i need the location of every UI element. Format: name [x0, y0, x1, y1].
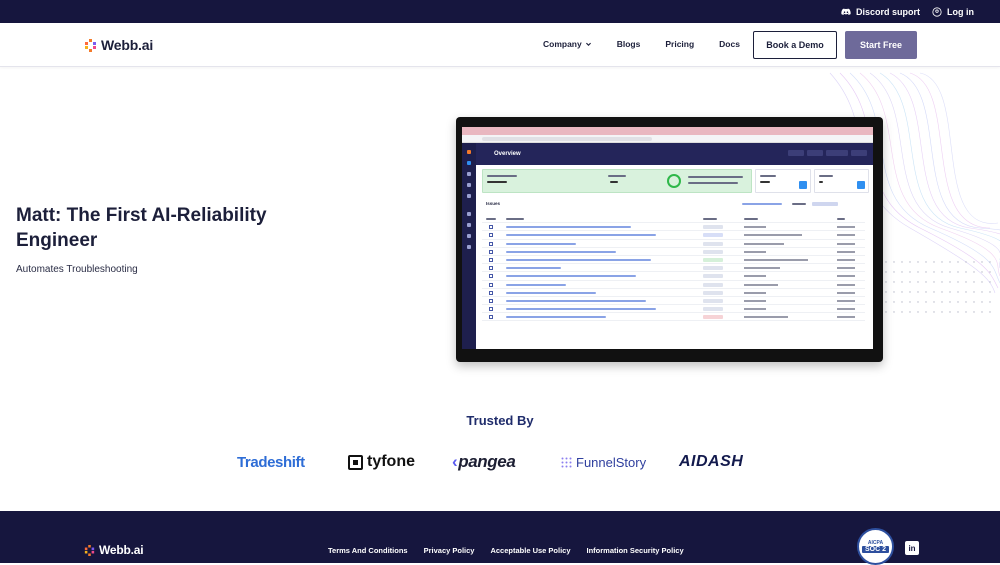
nav-links: Company Blogs Pricing Docs — [543, 39, 740, 49]
tyfone-logo: tyfone — [348, 450, 415, 474]
top-bar: Discord suport Log in — [0, 0, 1000, 23]
issues-label: Issues — [486, 201, 501, 206]
tyfone-logo-text: tyfone — [367, 453, 415, 470]
footer-logo[interactable]: Webb.ai — [84, 543, 144, 557]
user-circle-icon — [932, 6, 942, 17]
funnelstory-logo: FunnelStory — [561, 450, 646, 474]
footer-link-privacy[interactable]: Privacy Policy — [424, 546, 475, 555]
issues-toolbar: Issues — [482, 199, 869, 209]
nav-pricing[interactable]: Pricing — [665, 39, 694, 49]
footer-link-infosec[interactable]: Information Security Policy — [587, 546, 684, 555]
table-row[interactable] — [482, 313, 865, 322]
table-row[interactable] — [482, 289, 865, 297]
soc2-badge-label: SOC 2 — [861, 546, 889, 553]
pangea-logo: ‹ pangea — [452, 450, 516, 474]
app-sidebar — [462, 143, 476, 349]
app-header: Overview — [476, 143, 873, 165]
decorative-dot-grid — [885, 261, 991, 313]
table-header-row — [482, 215, 865, 224]
start-free-button[interactable]: Start Free — [845, 31, 917, 59]
table-row[interactable] — [482, 297, 865, 306]
book-demo-button[interactable]: Book a Demo — [753, 31, 837, 59]
tradeshift-logo: Tradeshift — [237, 453, 305, 471]
browser-address-bar — [462, 135, 873, 143]
stat-clusters — [813, 169, 869, 193]
table-row[interactable] — [482, 223, 865, 232]
hero-title: Matt: The First AI-Reliability Engineer — [16, 205, 267, 251]
app-header-title: Overview — [494, 151, 521, 157]
nav-docs[interactable]: Docs — [719, 39, 740, 49]
nav-company-label: Company — [543, 39, 582, 49]
product-screenshot: Overview Issues — [456, 117, 883, 362]
stat-debug-time — [482, 169, 752, 193]
table-row[interactable] — [482, 264, 865, 273]
login-label: Log in — [947, 6, 974, 17]
soc2-badge: AICPA SOC 2 — [857, 528, 894, 565]
webb-logo-icon — [84, 544, 95, 556]
trusted-by-heading: Trusted By — [466, 413, 534, 428]
login-link[interactable]: Log in — [932, 7, 974, 17]
funnelstory-mark-icon — [561, 457, 572, 467]
aidash-logo: AIDASH — [679, 453, 744, 470]
tyfone-mark-icon — [348, 454, 363, 470]
linkedin-icon[interactable]: in — [905, 541, 919, 555]
chevron-down-icon — [585, 42, 591, 46]
nav-blogs[interactable]: Blogs — [617, 39, 641, 49]
table-row[interactable] — [482, 281, 865, 289]
table-row[interactable] — [482, 305, 865, 314]
discord-support-label: Discord suport — [855, 6, 920, 17]
stats-row — [482, 169, 869, 193]
discord-support-link[interactable]: Discord suport — [841, 7, 920, 17]
footer-links: Terms And Conditions Privacy Policy Acce… — [328, 546, 684, 555]
discord-icon — [841, 8, 851, 15]
table-row[interactable] — [482, 256, 865, 265]
table-row[interactable] — [482, 240, 865, 248]
webb-logo[interactable]: Webb.ai — [84, 37, 153, 53]
nav-company[interactable]: Company — [543, 39, 592, 49]
pangea-logo-text: pangea — [458, 452, 516, 471]
browser-tab-bar — [462, 127, 873, 135]
footer: Webb.ai Terms And Conditions Privacy Pol… — [0, 511, 1000, 563]
funnelstory-logo-text: FunnelStory — [576, 454, 647, 470]
table-row[interactable] — [482, 272, 865, 281]
product-screen: Overview Issues — [462, 127, 873, 349]
hero-subtitle: Automates Troubleshooting — [16, 264, 138, 275]
issues-table — [482, 215, 865, 322]
footer-link-terms[interactable]: Terms And Conditions — [328, 546, 408, 555]
footer-logo-text: Webb.ai — [99, 543, 144, 557]
webb-logo-icon — [85, 38, 96, 52]
stat-services — [755, 169, 811, 193]
table-row[interactable] — [482, 231, 865, 240]
pangea-chevron-icon: ‹ — [452, 452, 458, 471]
logo-text: Webb.ai — [101, 37, 154, 53]
footer-link-acceptable-use[interactable]: Acceptable Use Policy — [490, 546, 570, 555]
table-row[interactable] — [482, 248, 865, 256]
